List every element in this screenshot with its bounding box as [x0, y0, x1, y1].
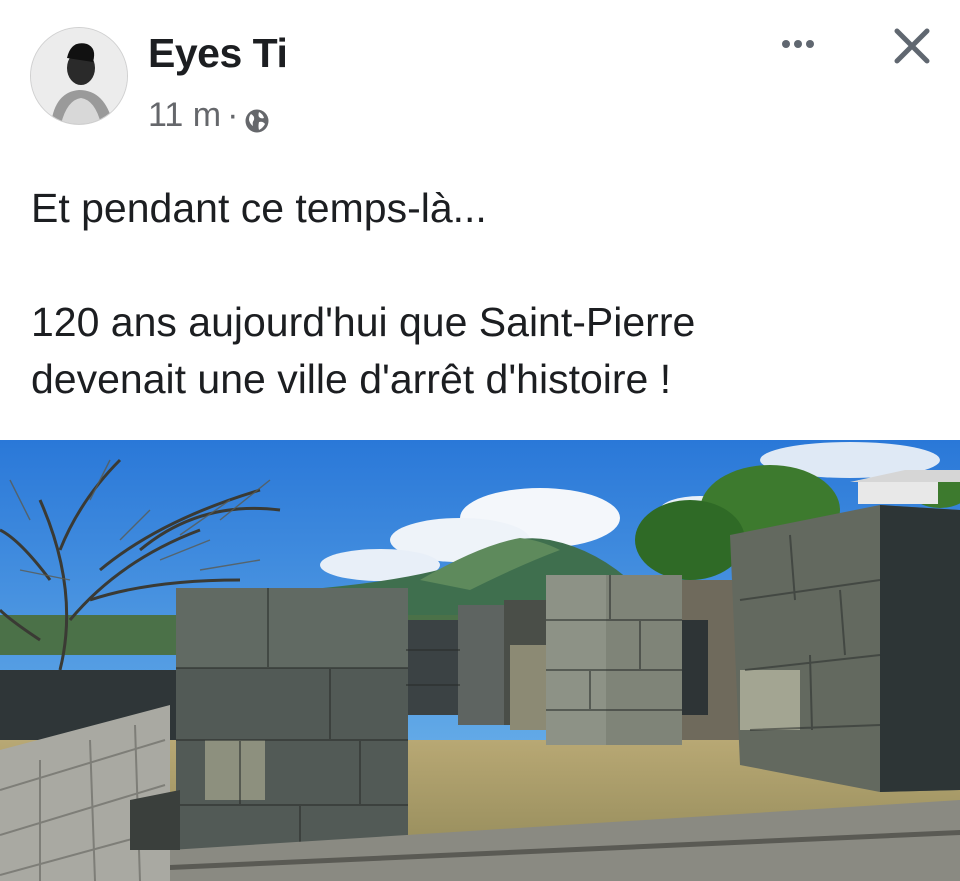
globe-icon [244, 104, 270, 133]
ruins-photo [0, 440, 960, 881]
close-icon [894, 28, 930, 64]
close-button[interactable] [886, 20, 938, 72]
post-meta: 11 m · [148, 96, 270, 135]
post-text-line: devenait une ville d'arrêt d'histoire ! [31, 356, 672, 402]
post-text: Et pendant ce temps-là... 120 ans aujour… [31, 180, 931, 408]
author-avatar[interactable] [30, 27, 128, 125]
avatar-image [31, 28, 127, 124]
post-timestamp[interactable]: 11 m [148, 96, 221, 135]
meta-separator: · [227, 96, 239, 134]
post-photo[interactable] [0, 440, 960, 881]
post-text-line: Et pendant ce temps-là... [31, 185, 487, 231]
author-name[interactable]: Eyes Ti [148, 30, 288, 77]
more-options-icon [782, 40, 814, 48]
post-text-line: 120 ans aujourd'hui que Saint-Pierre [31, 299, 696, 345]
more-options-button[interactable] [772, 24, 824, 64]
